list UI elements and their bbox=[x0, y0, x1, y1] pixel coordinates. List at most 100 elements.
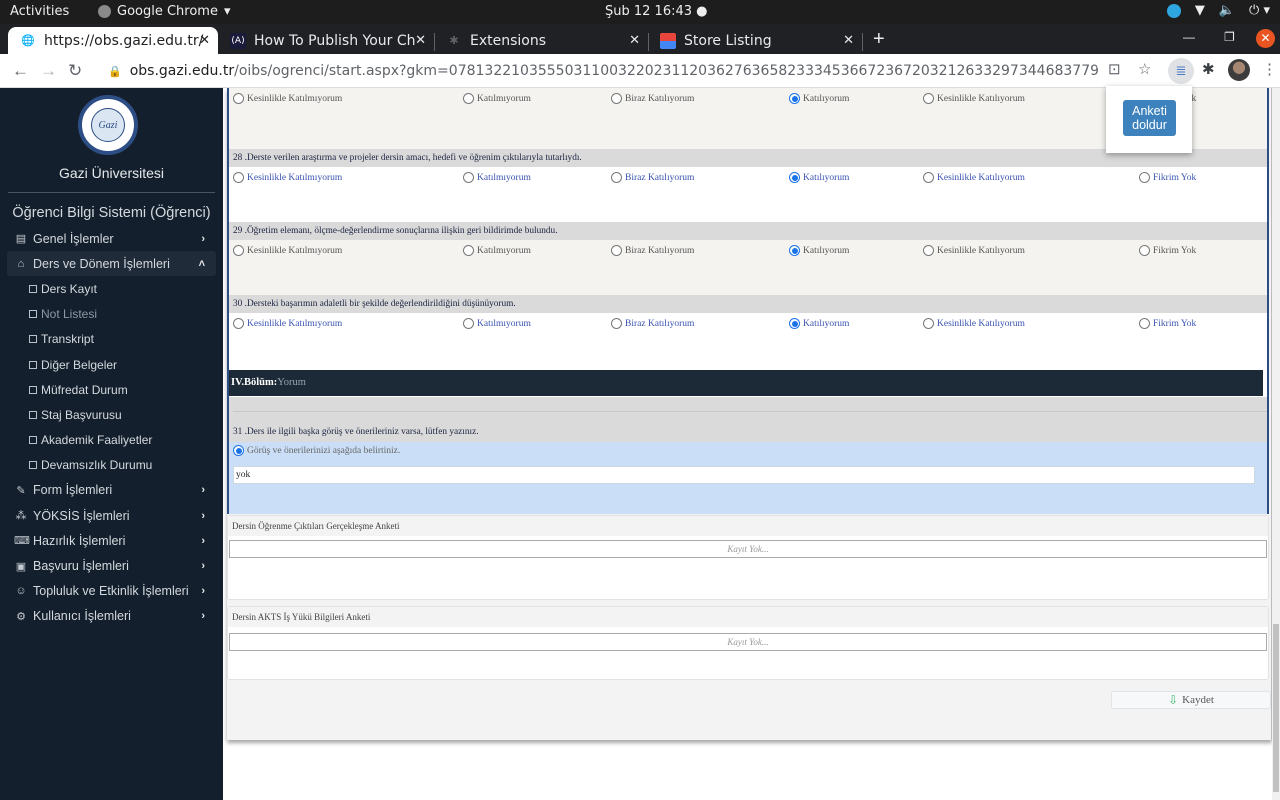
tab-obs[interactable]: 🌐 https://obs.gazi.edu.tr/oibs/ogrenci/s… bbox=[8, 27, 218, 54]
reload-button[interactable]: ↻ bbox=[68, 61, 82, 81]
option-kesinlikle-katiliyorum[interactable]: Kesinlikle Katılıyorum bbox=[923, 318, 1025, 329]
sidebar-item-ders-donem[interactable]: ⌂ Ders ve Dönem İşlemleri ˄ bbox=[7, 251, 216, 277]
radio-button[interactable] bbox=[1139, 318, 1150, 329]
sidebar-item-form-islemleri[interactable]: ✎ Form İşlemleri › bbox=[0, 478, 223, 503]
radio-button[interactable] bbox=[923, 318, 934, 329]
scrollbar-thumb[interactable] bbox=[1273, 624, 1279, 792]
minimize-button[interactable]: — bbox=[1183, 30, 1195, 44]
close-tab-icon[interactable]: ✕ bbox=[415, 33, 426, 48]
radio-button[interactable] bbox=[611, 93, 622, 104]
survey-extension-icon[interactable]: ≣ bbox=[1168, 58, 1194, 84]
sidebar-subitem-diger-belgeler[interactable]: Diğer Belgeler bbox=[0, 352, 223, 377]
option-katilmiyorum[interactable]: Katılmıyorum bbox=[463, 318, 531, 329]
option-kesinlikle-katiliyorum[interactable]: Kesinlikle Katılıyorum bbox=[923, 172, 1025, 183]
option-kesinlikle-katilmiyorum[interactable]: Kesinlikle Katılmıyorum bbox=[233, 245, 342, 256]
sidebar-subitem-mufredat-durum[interactable]: Müfredat Durum bbox=[0, 377, 223, 402]
option-kesinlikle-katilmiyorum[interactable]: Kesinlikle Katılmıyorum bbox=[233, 172, 342, 183]
sidebar-item-topluluk-etkinlik[interactable]: ☺ Topluluk ve Etkinlik İşlemleri › bbox=[0, 579, 223, 604]
option-katilmiyorum[interactable]: Katılmıyorum bbox=[463, 93, 531, 104]
radio-button[interactable] bbox=[923, 172, 934, 183]
radio-button[interactable] bbox=[1139, 172, 1150, 183]
radio-button[interactable] bbox=[233, 93, 244, 104]
radio-button[interactable] bbox=[463, 318, 474, 329]
sidebar-subitem-not-listesi[interactable]: Not Listesi bbox=[0, 302, 223, 327]
sidebar-item-genel-islemler[interactable]: ▤ Genel İşlemler › bbox=[0, 226, 223, 251]
radio-button[interactable] bbox=[233, 245, 244, 256]
app-menu[interactable]: Google Chrome ▾ bbox=[98, 4, 231, 19]
sidebar-item-yoksis-islemleri[interactable]: ⁂ YÖKSİS İşlemleri › bbox=[0, 503, 223, 528]
page-scrollbar[interactable] bbox=[1272, 88, 1280, 800]
option-gorus-oneriler[interactable]: Görüş ve önerilerinizi aşağıda belirtini… bbox=[233, 445, 400, 456]
clock[interactable]: Şub 12 16:43 ● bbox=[605, 4, 708, 19]
radio-button-selected[interactable] bbox=[789, 172, 800, 183]
system-tray[interactable]: ▼ 🔈 ⏻ ▾ bbox=[1166, 3, 1270, 18]
radio-button-selected[interactable] bbox=[233, 445, 244, 456]
radio-button-selected[interactable] bbox=[789, 245, 800, 256]
radio-button-selected[interactable] bbox=[789, 93, 800, 104]
radio-button[interactable] bbox=[923, 93, 934, 104]
radio-button[interactable] bbox=[463, 93, 474, 104]
new-tab-button[interactable]: + bbox=[873, 28, 885, 51]
option-fikrim-yok[interactable]: Fikrim Yok bbox=[1139, 318, 1196, 329]
radio-button[interactable] bbox=[463, 172, 474, 183]
sidebar-subitem-staj-basvurusu[interactable]: Staj Başvurusu bbox=[0, 402, 223, 427]
sidebar-subitem-akademik-faaliyetler[interactable]: Akademik Faaliyetler bbox=[0, 428, 223, 453]
tab-how-to-publish[interactable]: (A) How To Publish Your Chrome Extension… bbox=[218, 27, 434, 54]
radio-button[interactable] bbox=[1139, 245, 1150, 256]
close-tab-icon[interactable]: ✕ bbox=[629, 33, 640, 48]
sidebar-subitem-ders-kayit[interactable]: Ders Kayıt bbox=[0, 276, 223, 301]
profile-avatar[interactable] bbox=[1228, 59, 1250, 81]
wifi-icon[interactable]: ▼ bbox=[1195, 3, 1205, 18]
sidebar-item-basvuru-islemleri[interactable]: ▣ Başvuru İşlemleri › bbox=[0, 553, 223, 578]
sidebar-item-kullanici-islemleri[interactable]: ⚙ Kullanıcı İşlemleri › bbox=[0, 604, 223, 629]
radio-button[interactable] bbox=[463, 245, 474, 256]
fill-survey-button[interactable]: Anketi doldur bbox=[1123, 100, 1176, 136]
option-fikrim-yok[interactable]: Fikrim Yok bbox=[1139, 245, 1196, 256]
option-katilmiyorum[interactable]: Katılmıyorum bbox=[463, 245, 531, 256]
option-kesinlikle-katiliyorum[interactable]: Kesinlikle Katılıyorum bbox=[923, 93, 1025, 104]
option-biraz-katiliyorum[interactable]: Biraz Katılıyorum bbox=[611, 93, 694, 104]
radio-button-selected[interactable] bbox=[789, 318, 800, 329]
tab-store-listing[interactable]: Store Listing ✕ bbox=[648, 27, 862, 54]
close-tab-icon[interactable]: ✕ bbox=[199, 33, 210, 48]
option-katiliyorum[interactable]: Katılıyorum bbox=[789, 172, 849, 183]
back-button[interactable]: ← bbox=[12, 61, 29, 81]
radio-button[interactable] bbox=[923, 245, 934, 256]
telegram-icon[interactable] bbox=[1166, 3, 1181, 18]
power-icon[interactable]: ⏻ ▾ bbox=[1249, 3, 1270, 18]
chrome-menu-icon[interactable]: ⋮ bbox=[1262, 60, 1277, 78]
option-katiliyorum[interactable]: Katılıyorum bbox=[789, 245, 849, 256]
sidebar-item-hazirlik-islemleri[interactable]: ⌨ Hazırlık İşlemleri › bbox=[0, 528, 223, 553]
window-close-button[interactable]: ✕ bbox=[1256, 29, 1275, 48]
option-kesinlikle-katiliyorum[interactable]: Kesinlikle Katılıyorum bbox=[923, 245, 1025, 256]
option-katiliyorum[interactable]: Katılıyorum bbox=[789, 318, 849, 329]
tab-extensions[interactable]: ✱ Extensions ✕ bbox=[434, 27, 648, 54]
university-logo[interactable]: Gazi bbox=[78, 95, 138, 155]
option-biraz-katiliyorum[interactable]: Biraz Katılıyorum bbox=[611, 245, 694, 256]
volume-icon[interactable]: 🔈 bbox=[1219, 3, 1235, 18]
option-fikrim-yok[interactable]: Fikrim Yok bbox=[1139, 172, 1196, 183]
option-katilmiyorum[interactable]: Katılmıyorum bbox=[463, 172, 531, 183]
option-biraz-katiliyorum[interactable]: Biraz Katılıyorum bbox=[611, 318, 694, 329]
radio-button[interactable] bbox=[611, 245, 622, 256]
option-kesinlikle-katilmiyorum[interactable]: Kesinlikle Katılmıyorum bbox=[233, 93, 342, 104]
option-biraz-katiliyorum[interactable]: Biraz Katılıyorum bbox=[611, 172, 694, 183]
radio-button[interactable] bbox=[611, 318, 622, 329]
activities-button[interactable]: Activities bbox=[10, 4, 69, 19]
forward-button[interactable]: → bbox=[40, 61, 57, 81]
sidebar-subitem-transkript[interactable]: Transkript bbox=[0, 327, 223, 352]
option-kesinlikle-katilmiyorum[interactable]: Kesinlikle Katılmıyorum bbox=[233, 318, 342, 329]
extensions-puzzle-icon[interactable]: ✱ bbox=[1202, 60, 1215, 78]
sidebar-subitem-devamsizlik-durumu[interactable]: Devamsızlık Durumu bbox=[0, 453, 223, 478]
comment-input[interactable] bbox=[233, 466, 1255, 484]
close-tab-icon[interactable]: ✕ bbox=[843, 33, 854, 48]
radio-button[interactable] bbox=[233, 318, 244, 329]
address-bar[interactable]: 🔒 obs.gazi.edu.tr/oibs/ogrenci/start.asp… bbox=[98, 58, 1098, 84]
option-katiliyorum[interactable]: Katılıyorum bbox=[789, 93, 849, 104]
translate-icon[interactable]: ⊡ bbox=[1108, 60, 1121, 78]
radio-button[interactable] bbox=[611, 172, 622, 183]
maximize-button[interactable]: ❐ bbox=[1224, 30, 1235, 44]
radio-button[interactable] bbox=[233, 172, 244, 183]
save-button[interactable]: ⇩ Kaydet bbox=[1111, 691, 1271, 709]
bookmark-star-icon[interactable]: ☆ bbox=[1138, 60, 1151, 78]
